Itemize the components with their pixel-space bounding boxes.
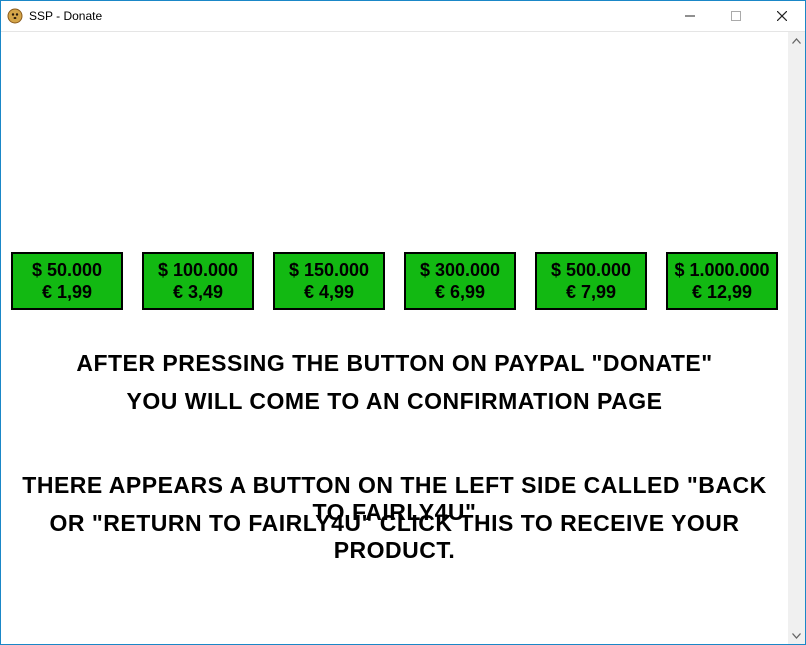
maximize-button[interactable] — [713, 1, 759, 31]
client-area: $ 50.000 € 1,99 $ 100.000 € 3,49 $ 150.0… — [1, 32, 805, 644]
tier-euro: € 1,99 — [42, 281, 92, 304]
titlebar-left: SSP - Donate — [1, 8, 102, 24]
tier-dollar: $ 150.000 — [289, 259, 369, 282]
scroll-up-icon[interactable] — [788, 32, 805, 49]
window-controls — [667, 1, 805, 31]
app-icon — [7, 8, 23, 24]
donate-button-row: $ 50.000 € 1,99 $ 100.000 € 3,49 $ 150.0… — [11, 252, 778, 310]
tier-dollar: $ 100.000 — [158, 259, 238, 282]
close-button[interactable] — [759, 1, 805, 31]
tier-euro: € 3,49 — [173, 281, 223, 304]
tier-euro: € 7,99 — [566, 281, 616, 304]
tier-euro: € 12,99 — [692, 281, 752, 304]
info-line-2: you will come to an confirmation page — [11, 388, 778, 415]
donate-tier-5[interactable]: $ 500.000 € 7,99 — [535, 252, 647, 310]
tier-dollar: $ 300.000 — [420, 259, 500, 282]
donate-tier-2[interactable]: $ 100.000 € 3,49 — [142, 252, 254, 310]
tier-dollar: $ 50.000 — [32, 259, 102, 282]
tier-dollar: $ 500.000 — [551, 259, 631, 282]
donate-tier-6[interactable]: $ 1.000.000 € 12,99 — [666, 252, 778, 310]
donate-tier-4[interactable]: $ 300.000 € 6,99 — [404, 252, 516, 310]
scroll-down-icon[interactable] — [788, 627, 805, 644]
tier-euro: € 6,99 — [435, 281, 485, 304]
vertical-scrollbar[interactable] — [788, 32, 805, 644]
info-line-1: After pressing the button on Paypal "Don… — [11, 350, 778, 377]
minimize-button[interactable] — [667, 1, 713, 31]
tier-dollar: $ 1.000.000 — [674, 259, 769, 282]
titlebar: SSP - Donate — [1, 1, 805, 32]
app-window: SSP - Donate $ 50.000 € 1,99 $ 100.000 — [0, 0, 806, 645]
window-title: SSP - Donate — [29, 9, 102, 23]
content-area: $ 50.000 € 1,99 $ 100.000 € 3,49 $ 150.0… — [1, 32, 788, 644]
donate-tier-1[interactable]: $ 50.000 € 1,99 — [11, 252, 123, 310]
info-line-4: or "Return to Fairly4u" click this to re… — [11, 510, 778, 564]
donate-tier-3[interactable]: $ 150.000 € 4,99 — [273, 252, 385, 310]
tier-euro: € 4,99 — [304, 281, 354, 304]
